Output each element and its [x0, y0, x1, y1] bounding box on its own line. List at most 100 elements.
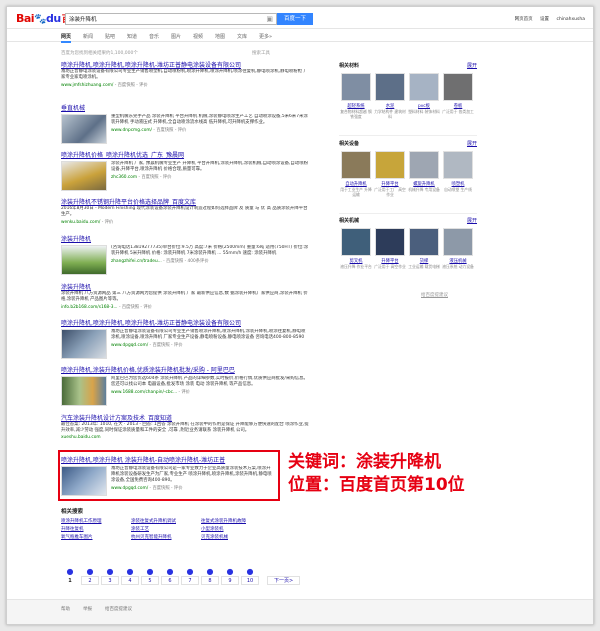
- sidebar-item[interactable]: 水泥 力学结构件 建筑材料: [373, 73, 407, 119]
- tab-news[interactable]: 新闻: [83, 33, 93, 40]
- tab-map[interactable]: 地图: [215, 33, 225, 40]
- next-page-button[interactable]: 下一页>: [267, 576, 301, 585]
- result-title[interactable]: 涂装升降机不锈钢升降平台价格选择品牌_百度文库: [61, 197, 309, 206]
- related-link[interactable]: 喷涂升降机工作原理: [61, 518, 131, 524]
- result-title[interactable]: 涂装升降机: [61, 234, 309, 243]
- related-link[interactable]: 小型涂装机: [201, 526, 271, 532]
- sidebar-section-machinery: 相关机械 展开 剪叉机 液压升降 作业平台 升降平台 广泛用于 高空作业 货梯 工业运输…: [339, 217, 477, 269]
- tab-more[interactable]: 更多»: [259, 33, 272, 40]
- result-title[interactable]: 喷涂升降机,喷涂升降机,喷涂升降机-潍坊正普静电涂装设备有限公司: [61, 318, 309, 327]
- paw-icon: ●: [126, 567, 134, 576]
- item-image: [409, 73, 439, 101]
- tab-wenku[interactable]: 文库: [237, 33, 247, 40]
- result-url[interactable]: zhc360.com - 百度快照 - 评价: [111, 174, 309, 180]
- expand-link[interactable]: 展开: [467, 217, 477, 224]
- tab-video[interactable]: 视频: [193, 33, 203, 40]
- home-link[interactable]: 网页首页: [515, 17, 533, 22]
- footer-feedback-link[interactable]: 给百度提建议: [105, 606, 132, 612]
- tab-music[interactable]: 音乐: [149, 33, 159, 40]
- page-7[interactable]: ● 7: [181, 567, 199, 585]
- paw-icon: ●: [106, 567, 114, 576]
- sidebar-item[interactable]: 货梯 工业运输 载货电梯: [407, 228, 441, 269]
- related-link[interactable]: 氧气瓶推车图片: [61, 534, 131, 540]
- username-link[interactable]: chinahxusha: [556, 17, 585, 22]
- related-link[interactable]: 涂装往复式升降机调试: [131, 518, 201, 524]
- footer-help-link[interactable]: 帮助: [61, 606, 70, 612]
- sidebar-item[interactable]: 卷板 广泛用于 各类加工: [441, 73, 475, 119]
- related-link[interactable]: 升降往复机: [61, 526, 131, 532]
- result-title[interactable]: 喷涂升降机,涂装升降机价格,优质涂装升降机批发/采购 - 阿里巴巴: [61, 365, 309, 374]
- footer-report-link[interactable]: 举报: [83, 606, 92, 612]
- sidebar-item[interactable]: 超轻系统 复合物材料超越 钢铁强度: [339, 73, 373, 119]
- paw-icon: ●: [166, 567, 174, 576]
- ranking-annotation: 关键词：涂装升降机 位置：百度首页第10位: [288, 451, 465, 497]
- sidebar-item[interactable]: 升降平台 广泛用于 高空作业: [373, 228, 407, 269]
- sidebar-item[interactable]: 自动升降机 用于工业生产 升降运输: [339, 151, 373, 197]
- section-title: 相关材料: [339, 63, 360, 69]
- search-button[interactable]: 百度一下: [277, 13, 313, 25]
- page-6[interactable]: ● 6: [161, 567, 179, 585]
- result-url[interactable]: www.dpgqd.com/ - 百度快照 - 评价: [111, 342, 309, 348]
- result-url[interactable]: xueshu.baidu.com: [61, 435, 309, 440]
- tab-web[interactable]: 网页: [61, 33, 72, 43]
- page-5[interactable]: ● 5: [141, 567, 159, 585]
- tab-tieba[interactable]: 贴吧: [105, 33, 115, 40]
- result-abstract: 潍坊正普静电涂装设备有限公司专业生产销售喷塑机,自动喷粉机,喷涂升降机,喷涂升降…: [61, 69, 308, 80]
- result-title[interactable]: 垂直机械: [61, 103, 309, 112]
- expand-link[interactable]: 展开: [467, 62, 477, 69]
- result-item: 垂直机械 重型机械东莞手产品 涂装升降机 平台升降机 机械,涂装静电喷涂生产工艺…: [61, 103, 309, 144]
- sidebar-item[interactable]: pvc板 塑料材料 装饰材料: [407, 73, 441, 119]
- result-url[interactable]: www.jmfshizhuang.com/ - 百度快照 - 评价: [61, 82, 309, 88]
- sidebar-item[interactable]: 剪叉机 液压升降 作业平台: [339, 228, 373, 269]
- result-title[interactable]: 汽车涂装升降机设计方案及技术_百度知道: [61, 413, 309, 422]
- section-title: 相关机械: [339, 218, 360, 224]
- result-url[interactable]: info.b2b168.com/s168-3... - 百度快照 - 评价: [61, 304, 309, 310]
- result-thumbnail[interactable]: [61, 161, 107, 191]
- camera-icon[interactable]: ▣: [266, 15, 273, 23]
- page-3[interactable]: ● 3: [101, 567, 119, 585]
- result-item: 涂装升降机 涂装升降机 八方资源网品 第三 八方资源网为您提供 涂装升降机 厂家…: [61, 282, 309, 310]
- result-url[interactable]: zhangzhifei.cn/tradeu... - 百度快照 - 400条评价: [111, 258, 309, 264]
- result-title[interactable]: 喷涂升降机,喷涂升降机,喷涂升降机-潍坊正普静电涂装设备有限公司: [61, 60, 309, 69]
- related-link[interactable]: 涂装工艺: [131, 526, 201, 532]
- result-url[interactable]: www.1688.com/chanpin/-cbc... - 评价: [111, 389, 309, 395]
- search-tools-link[interactable]: 搜索工具: [252, 50, 270, 56]
- settings-link[interactable]: 设置: [540, 17, 549, 22]
- result-thumbnail[interactable]: [61, 329, 107, 359]
- page-9[interactable]: ● 9: [221, 567, 239, 585]
- page-10[interactable]: ● 10: [241, 567, 259, 585]
- sidebar-item[interactable]: 升降平台 广泛用于工厂 高空作业: [373, 151, 407, 197]
- tab-zhidao[interactable]: 知道: [127, 33, 137, 40]
- sidebar-item[interactable]: 液压机械 液压系统 动力设备: [441, 228, 475, 269]
- page-footer: 帮助 举报 给百度提建议: [7, 599, 593, 624]
- result-thumbnail[interactable]: [61, 376, 107, 406]
- result-title[interactable]: 涂装升降机: [61, 282, 309, 291]
- expand-link[interactable]: 展开: [467, 140, 477, 147]
- result-thumbnail[interactable]: [61, 245, 107, 275]
- search-tabs: 网页 新闻 贴吧 知道 音乐 图片 视频 地图 文库 更多»: [7, 30, 593, 43]
- result-url[interactable]: wenku.baidu.com/ - 评价: [61, 219, 309, 225]
- sidebar-divider: [339, 213, 477, 214]
- related-link[interactable]: 往复式涂装升降机故障: [201, 518, 271, 524]
- sidebar-item[interactable]: 螺旋升降机 机械升降 专用设备: [407, 151, 441, 197]
- feedback-link[interactable]: 给百度提建议: [421, 292, 448, 298]
- paw-icon: ●: [246, 567, 254, 576]
- result-item: 涂装升降机不锈钢升降平台价格选择品牌_百度文库 2016年8月30日 - Mod…: [61, 197, 309, 225]
- related-link[interactable]: 贝克涂装机械: [201, 534, 271, 540]
- result-title[interactable]: 喷涂升降机价格_喷涂升降机优选_广东_豫晨网: [61, 150, 309, 159]
- item-image: [409, 151, 439, 179]
- result-url[interactable]: www.dnpcmg.com/ - 百度快照 - 评价: [111, 127, 309, 133]
- paw-icon: ●: [206, 567, 214, 576]
- related-link[interactable]: 杭州贝克智能升降机: [131, 534, 201, 540]
- page-8[interactable]: ● 8: [201, 567, 219, 585]
- tab-images[interactable]: 图片: [171, 33, 181, 40]
- result-thumbnail[interactable]: [61, 114, 107, 144]
- search-box: ▣: [65, 13, 277, 25]
- page-2[interactable]: ● 2: [81, 567, 99, 585]
- sidebar-item[interactable]: 喷塑机 自动喷塑 生产线: [441, 151, 475, 197]
- paw-icon: ●: [146, 567, 154, 576]
- search-input[interactable]: [66, 14, 256, 24]
- section-title: 相关设备: [339, 141, 360, 147]
- page-4[interactable]: ● 4: [121, 567, 139, 585]
- item-image: [375, 151, 405, 179]
